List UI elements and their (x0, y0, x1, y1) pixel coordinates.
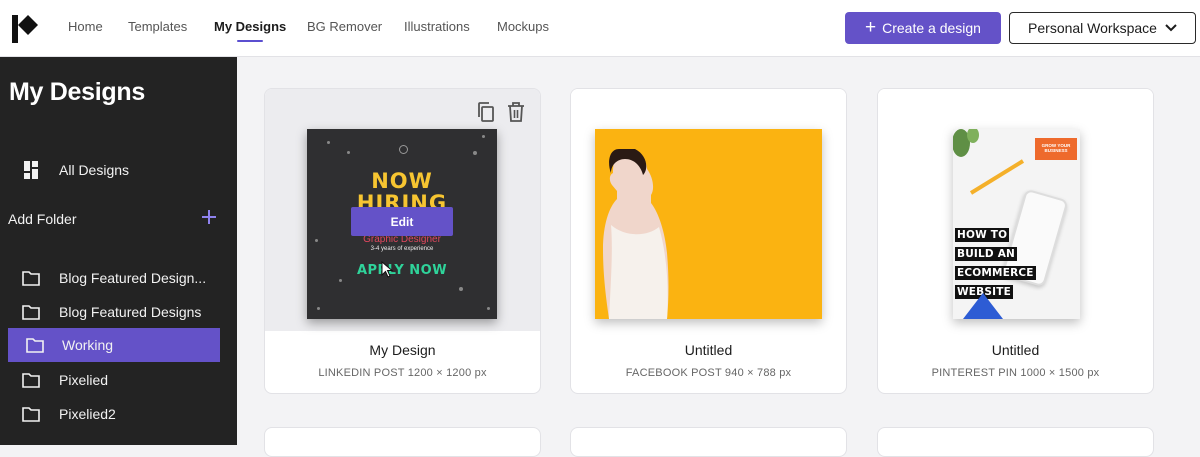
nav-mockups[interactable]: Mockups (497, 19, 549, 34)
design-size: FACEBOOK POST 940 × 788 px (625, 367, 792, 379)
design-name: Untitled (684, 342, 733, 358)
design-thumbnail-area: NOW HIRING Graphic Designer 3-4 years of… (265, 89, 540, 331)
design-name: My Design (369, 342, 436, 358)
sidebar-item-all-designs[interactable]: All Designs (0, 153, 237, 187)
nav-illustrations[interactable]: Illustrations (404, 19, 470, 34)
sidebar-folder-label: Blog Featured Designs (59, 304, 202, 320)
sidebar-folder[interactable]: Blog Featured Designs (0, 295, 237, 329)
triangle-shape (963, 293, 1003, 319)
decoration-dot (317, 307, 320, 310)
decoration-dot (459, 287, 463, 291)
design-card[interactable]: GROW YOUR BUSINESS HOW TO BUILD AN ECOMM… (877, 88, 1154, 394)
sidebar-folder-active[interactable]: Working (8, 328, 220, 362)
thumbnail-experience: 3-4 years of experience (370, 246, 434, 252)
design-size: PINTEREST PIN 1000 × 1500 px (931, 367, 1100, 379)
thumbnail-headline-line: ECOMMERCE (955, 266, 1036, 280)
sidebar-folder[interactable]: Pixelied2 (0, 397, 237, 431)
design-card[interactable]: NOW HIRING Graphic Designer 3-4 years of… (264, 88, 541, 394)
design-thumbnail-hiring: NOW HIRING Graphic Designer 3-4 years of… (307, 129, 497, 319)
thumbnail-cta: APPLY NOW (356, 263, 448, 278)
decoration-circle (399, 145, 408, 154)
sidebar-folder-label: Working (62, 337, 114, 353)
plus-icon[interactable] (200, 208, 218, 226)
design-name: Untitled (991, 342, 1040, 358)
model-photo (603, 149, 669, 319)
nav-templates[interactable]: Templates (128, 19, 187, 34)
decoration-dot (327, 141, 330, 144)
card-actions (476, 101, 526, 123)
folder-icon (22, 305, 40, 320)
folder-icon (26, 338, 44, 353)
design-card[interactable]: Untitled FACEBOOK POST 940 × 788 px (570, 88, 847, 394)
thumbnail-badge: GROW YOUR BUSINESS (1035, 138, 1077, 160)
thumbnail-headline: NOW (371, 169, 433, 193)
design-card[interactable] (877, 427, 1154, 457)
trash-icon[interactable] (506, 101, 526, 123)
pencil (969, 159, 1025, 195)
design-thumbnail-model (595, 129, 822, 319)
nav-my-designs[interactable]: My Designs (214, 19, 287, 42)
workspace-label: Personal Workspace (1028, 20, 1157, 36)
sidebar-folder[interactable]: Pixelied (0, 363, 237, 397)
create-design-label: Create a design (882, 20, 981, 36)
thumbnail-headline-line: HOW TO (955, 228, 1010, 242)
nav-my-designs-label: My Designs (214, 19, 287, 34)
design-size: LINKEDIN POST 1200 × 1200 px (318, 367, 487, 379)
sidebar-folder-label: Blog Featured Design... (59, 270, 207, 286)
top-nav-bar: Home Templates My Designs BG Remover Ill… (0, 0, 1200, 57)
design-thumbnail-pinterest: GROW YOUR BUSINESS HOW TO BUILD AN ECOMM… (953, 129, 1080, 319)
decoration-dot (339, 279, 342, 282)
folder-icon (22, 373, 40, 388)
sidebar-folder[interactable]: Blog Featured Design... (0, 261, 237, 295)
decoration-dot (487, 307, 490, 310)
decoration-dot (482, 135, 485, 138)
sidebar-folder-label: Pixelied2 (59, 406, 116, 422)
decoration-dot (473, 151, 477, 155)
sidebar-title: My Designs (9, 78, 145, 106)
active-nav-indicator (237, 40, 264, 42)
copy-icon[interactable] (476, 101, 496, 123)
design-card[interactable] (570, 427, 847, 457)
decoration-dot (347, 151, 350, 154)
nav-home[interactable]: Home (68, 19, 103, 34)
sidebar: My Designs All Designs Add Folder Blog F… (0, 57, 237, 445)
pixelied-logo[interactable] (10, 13, 42, 45)
folder-icon (22, 271, 40, 286)
folder-icon (22, 407, 40, 422)
add-folder-label: Add Folder (8, 211, 77, 227)
plus-icon: + (865, 16, 877, 38)
design-thumbnail-area: GROW YOUR BUSINESS HOW TO BUILD AN ECOMM… (878, 89, 1153, 331)
sidebar-item-label: All Designs (59, 162, 130, 178)
create-design-button[interactable]: + Create a design (845, 12, 1001, 44)
design-thumbnail-area (571, 89, 846, 331)
chevron-down-icon (1165, 24, 1177, 32)
mouse-pointer-icon (381, 261, 394, 278)
workspace-dropdown[interactable]: Personal Workspace (1009, 12, 1196, 44)
grid-icon (24, 161, 38, 179)
nav-bg-remover[interactable]: BG Remover (307, 19, 382, 34)
sidebar-folder-label: Pixelied (59, 372, 109, 388)
thumbnail-headline-line: BUILD AN (955, 247, 1018, 261)
design-card[interactable] (264, 427, 541, 457)
edit-button[interactable]: Edit (351, 207, 453, 236)
